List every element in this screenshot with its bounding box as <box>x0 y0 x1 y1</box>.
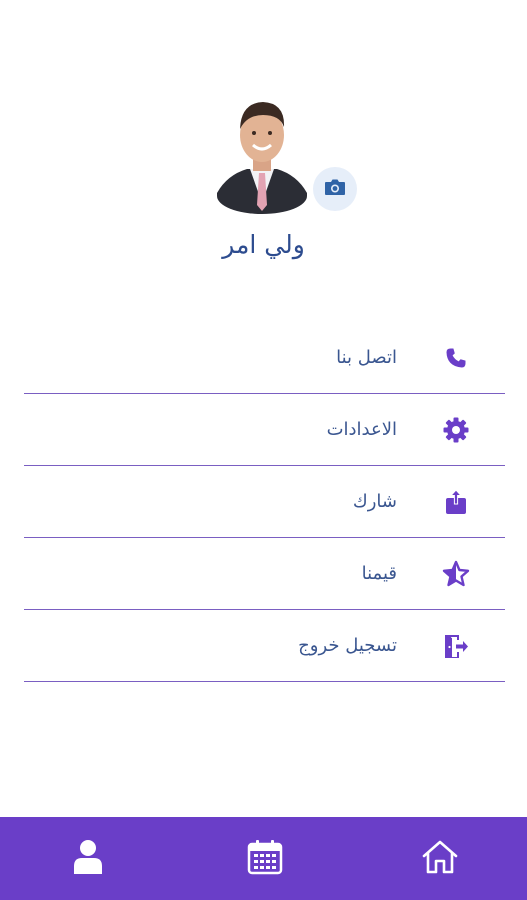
nav-home-button[interactable] <box>418 837 462 881</box>
menu-item-logout[interactable]: تسجيل خروج <box>24 610 505 682</box>
menu-item-label: شارك <box>352 491 397 512</box>
user-icon <box>73 839 103 879</box>
avatar[interactable] <box>217 93 307 214</box>
nav-calendar-button[interactable] <box>243 837 287 881</box>
settings-menu: اتصل بنا الاعدادات شارك قيمنا تسجيل خروج <box>24 322 505 682</box>
home-icon <box>421 839 459 879</box>
menu-item-label: قيمنا <box>361 563 397 584</box>
camera-icon <box>324 178 346 200</box>
menu-item-rate-us[interactable]: قيمنا <box>24 538 505 610</box>
bottom-navigation <box>0 817 527 900</box>
menu-item-label: تسجيل خروج <box>298 635 397 656</box>
menu-item-contact-us[interactable]: اتصل بنا <box>24 322 505 394</box>
avatar-container <box>217 93 357 214</box>
star-icon <box>441 559 471 589</box>
share-icon <box>441 487 471 517</box>
menu-item-label: الاعدادات <box>326 419 397 440</box>
menu-item-settings[interactable]: الاعدادات <box>24 394 505 466</box>
change-photo-button[interactable] <box>313 167 357 211</box>
nav-profile-button[interactable] <box>66 837 110 881</box>
calendar-icon <box>247 839 283 879</box>
user-name: ولي امر <box>222 230 305 259</box>
gear-icon <box>441 415 471 445</box>
phone-icon <box>441 343 471 373</box>
logout-icon <box>441 631 471 661</box>
menu-item-label: اتصل بنا <box>336 347 397 368</box>
menu-item-share[interactable]: شارك <box>24 466 505 538</box>
